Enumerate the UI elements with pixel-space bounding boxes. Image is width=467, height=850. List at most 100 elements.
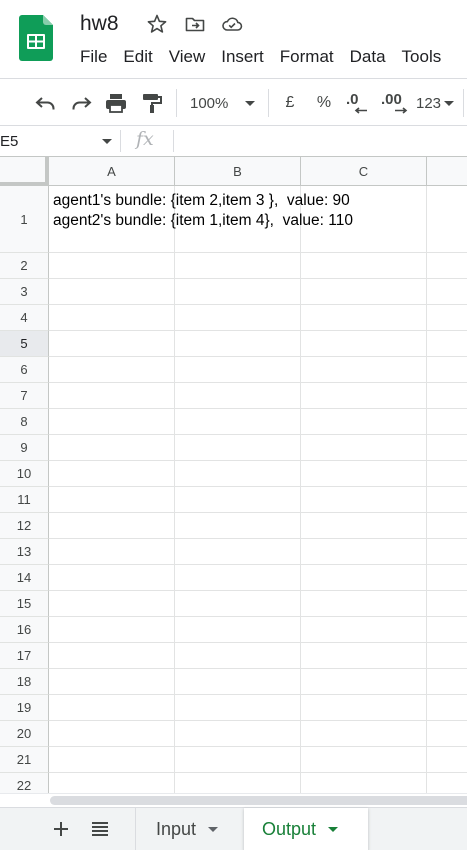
menu-data[interactable]: Data xyxy=(350,47,386,67)
zoom-select[interactable]: 100% xyxy=(190,92,262,114)
column-header-c[interactable]: C xyxy=(301,157,427,186)
grid-line xyxy=(49,616,467,617)
undo-icon[interactable] xyxy=(34,92,58,114)
star-icon[interactable] xyxy=(146,13,168,35)
grid-line xyxy=(49,564,467,565)
grid-line xyxy=(49,356,467,357)
grid-line xyxy=(49,694,467,695)
row-header[interactable]: 4 xyxy=(0,305,49,331)
horizontal-scrollbar[interactable] xyxy=(0,793,467,807)
scrollbar-thumb[interactable] xyxy=(50,796,467,805)
row-header[interactable]: 12 xyxy=(0,513,49,539)
print-icon[interactable] xyxy=(104,92,128,114)
row-header[interactable]: 19 xyxy=(0,695,49,721)
toolbar-divider xyxy=(268,89,269,117)
chevron-down-icon[interactable] xyxy=(102,139,112,144)
formula-bar: E5 fx xyxy=(0,126,467,157)
chevron-down-icon[interactable] xyxy=(328,827,339,832)
more-formats-label: 123 xyxy=(416,94,442,112)
fx-icon: fx xyxy=(136,128,154,150)
formula-divider xyxy=(173,130,174,152)
row-header-selected[interactable]: 5 xyxy=(0,331,49,357)
sheets-logo-icon[interactable] xyxy=(19,15,53,61)
sheet-tab-bar: Input Output xyxy=(0,807,467,850)
row-header[interactable]: 22 xyxy=(0,773,49,793)
decrease-decimals-label: .0 xyxy=(346,90,359,108)
menu-format[interactable]: Format xyxy=(280,47,334,67)
row-header[interactable]: 14 xyxy=(0,565,49,591)
toolbar-divider xyxy=(176,89,177,117)
app-header: hw8 File Edit View Insert Format Data To… xyxy=(0,0,467,78)
menu-file[interactable]: File xyxy=(80,47,107,67)
row-header[interactable]: 10 xyxy=(0,461,49,487)
column-header-d[interactable] xyxy=(427,157,467,186)
sheet-tab-input[interactable]: Input xyxy=(138,808,236,850)
row-header[interactable]: 3 xyxy=(0,279,49,305)
toolbar-divider xyxy=(463,89,464,117)
formula-divider xyxy=(120,130,121,152)
grid-line xyxy=(49,512,467,513)
grid-line xyxy=(49,330,467,331)
row-header[interactable]: 8 xyxy=(0,409,49,435)
chevron-down-icon xyxy=(444,100,455,106)
chevron-down-icon xyxy=(245,100,256,106)
row-header[interactable]: 20 xyxy=(0,721,49,747)
row-header[interactable]: 16 xyxy=(0,617,49,643)
paint-format-icon[interactable] xyxy=(140,92,164,114)
spreadsheet-app: hw8 File Edit View Insert Format Data To… xyxy=(0,0,467,850)
grid-line xyxy=(49,590,467,591)
chevron-down-icon[interactable] xyxy=(208,827,219,832)
increase-decimals-label: .00 xyxy=(381,90,402,108)
column-header-b[interactable]: B xyxy=(175,157,301,186)
menu-bar: File Edit View Insert Format Data Tools xyxy=(80,47,457,67)
grid-line xyxy=(49,408,467,409)
menu-edit[interactable]: Edit xyxy=(123,47,152,67)
arrow-left-icon xyxy=(354,106,367,114)
increase-decimals-button[interactable]: .00 xyxy=(381,92,411,114)
grid-line xyxy=(49,434,467,435)
grid-line xyxy=(49,642,467,643)
sheet-tab-label: Output xyxy=(262,819,317,839)
row-header[interactable]: 1 xyxy=(0,186,49,253)
sheet-grid[interactable]: A B C 1 2 3 4 5 6 7 8 9 10 11 12 13 14 1… xyxy=(0,157,467,793)
redo-icon[interactable] xyxy=(69,92,93,114)
name-box[interactable]: E5 xyxy=(0,133,18,150)
grid-line xyxy=(49,538,467,539)
percent-format-button[interactable]: % xyxy=(316,92,332,114)
row-header[interactable]: 18 xyxy=(0,669,49,695)
grid-line xyxy=(49,304,467,305)
row-header[interactable]: 11 xyxy=(0,487,49,513)
add-sheet-icon[interactable] xyxy=(50,818,72,840)
grid-line xyxy=(49,382,467,383)
arrow-right-icon xyxy=(395,106,408,114)
sheet-tab-output[interactable]: Output xyxy=(244,808,368,850)
grid-line xyxy=(49,720,467,721)
all-sheets-menu-icon[interactable] xyxy=(89,818,111,840)
menu-insert[interactable]: Insert xyxy=(221,47,264,67)
row-header[interactable]: 17 xyxy=(0,643,49,669)
menu-tools[interactable]: Tools xyxy=(402,47,442,67)
sheet-tab-label: Input xyxy=(156,819,197,839)
column-header-a[interactable]: A xyxy=(49,157,175,186)
grid-line xyxy=(49,668,467,669)
document-title[interactable]: hw8 xyxy=(80,12,119,36)
row-header[interactable]: 2 xyxy=(0,253,49,279)
grid-line xyxy=(49,772,467,773)
row-header[interactable]: 21 xyxy=(0,747,49,773)
toolbar: 100% £ % .0 .00 123 xyxy=(0,78,467,126)
row-header[interactable]: 7 xyxy=(0,383,49,409)
select-all-corner[interactable] xyxy=(0,157,49,186)
currency-format-button[interactable]: £ xyxy=(282,92,298,114)
row-header[interactable]: 9 xyxy=(0,435,49,461)
grid-line xyxy=(49,746,467,747)
row-header[interactable]: 6 xyxy=(0,357,49,383)
move-to-folder-icon[interactable] xyxy=(184,13,206,35)
cell-a1[interactable]: agent1's bundle: {item 2,item 3 }, value… xyxy=(53,191,353,231)
row-header[interactable]: 15 xyxy=(0,591,49,617)
cloud-saved-icon[interactable] xyxy=(221,13,243,35)
menu-view[interactable]: View xyxy=(169,47,206,67)
row-header[interactable]: 13 xyxy=(0,539,49,565)
zoom-value: 100% xyxy=(190,94,229,112)
decrease-decimals-button[interactable]: .0 xyxy=(346,92,372,114)
more-formats-select[interactable]: 123 xyxy=(416,92,458,114)
